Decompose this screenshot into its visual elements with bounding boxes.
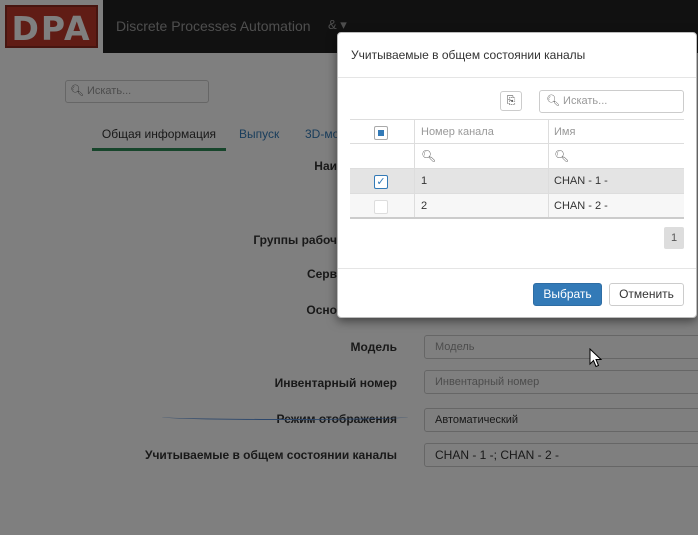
table-row[interactable]: ✓ 1 CHAN - 1 - — [350, 169, 684, 194]
channels-modal: Учитываемые в общем состоянии каналы ⎘ 🔍… — [337, 32, 697, 318]
row-number: 2 — [415, 194, 549, 217]
select-all-checkbox[interactable] — [374, 126, 388, 140]
search-icon: 🔍︎ — [546, 95, 560, 107]
grid-search-input[interactable]: 🔍︎ Искать... — [539, 90, 684, 113]
filter-search-icon: 🔍︎ — [554, 149, 570, 163]
pager-page-1[interactable]: 1 — [664, 227, 684, 249]
cancel-button[interactable]: Отменить — [609, 283, 684, 306]
row-checkbox[interactable] — [374, 200, 388, 214]
modal-footer: Выбрать Отменить — [338, 268, 696, 318]
row-checkbox-checked[interactable]: ✓ — [374, 175, 388, 189]
column-header-number[interactable]: Номер канала — [415, 120, 549, 143]
filter-name-cell[interactable]: 🔍︎ — [549, 144, 684, 168]
select-button[interactable]: Выбрать — [533, 283, 602, 306]
columns-icon: ⎘ — [506, 95, 516, 107]
row-name: CHAN - 1 - — [554, 175, 608, 187]
mouse-cursor-icon — [589, 348, 603, 368]
table-row[interactable]: 2 CHAN - 2 - — [350, 194, 684, 219]
row-select-cell: ✓ — [350, 169, 415, 193]
filter-empty-cell — [350, 144, 415, 168]
filter-number-cell[interactable]: 🔍︎ — [415, 144, 549, 168]
modal-body: ⎘ 🔍︎ Искать... Номер канала Имя 🔍︎ 🔍︎ ✓ — [338, 78, 696, 268]
modal-title: Учитываемые в общем состоянии каналы — [338, 33, 696, 78]
row-number: 1 — [415, 169, 549, 193]
grid-header-row: Номер канала Имя — [350, 119, 684, 144]
header-select-cell — [350, 120, 415, 143]
row-select-cell — [350, 194, 415, 217]
filter-search-icon: 🔍︎ — [421, 149, 437, 163]
grid-search-placeholder: Искать... — [563, 95, 608, 107]
column-chooser-button[interactable]: ⎘ — [500, 91, 522, 111]
row-name: CHAN - 2 - — [554, 200, 608, 212]
channels-grid: Номер канала Имя 🔍︎ 🔍︎ ✓ 1 CHAN - 1 - 2 — [350, 119, 684, 219]
grid-filter-row: 🔍︎ 🔍︎ — [350, 144, 684, 169]
column-header-name[interactable]: Имя — [549, 120, 684, 143]
